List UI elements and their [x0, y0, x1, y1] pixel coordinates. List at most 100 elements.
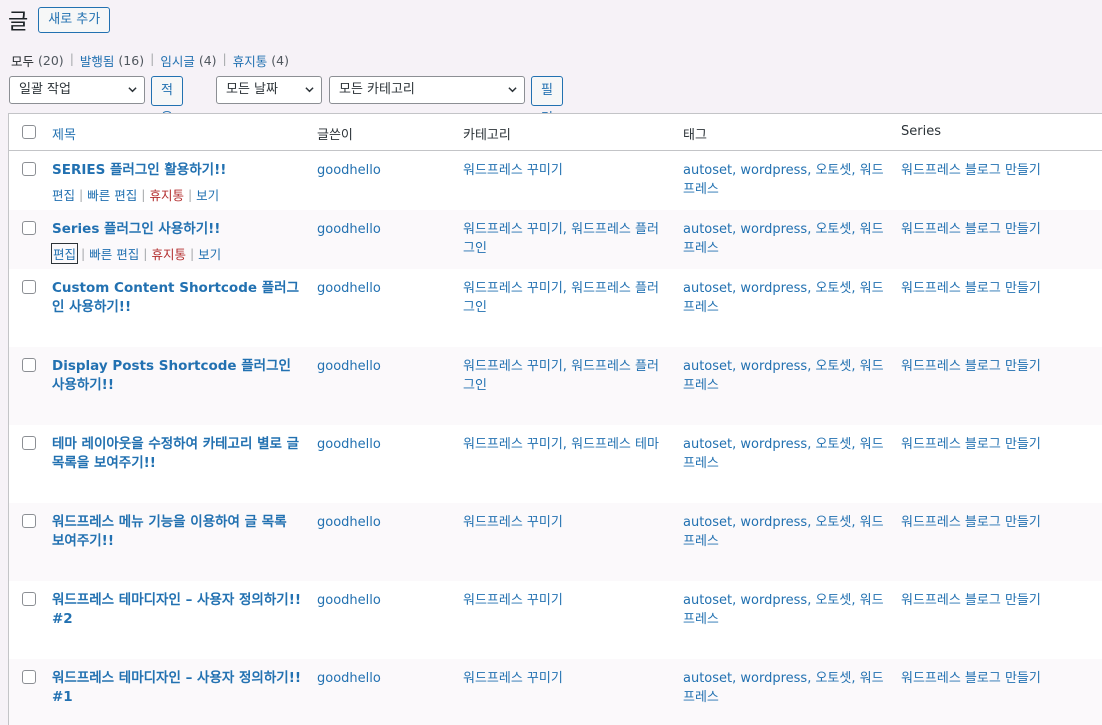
chevron-down-icon: [128, 87, 137, 93]
trash-link[interactable]: 휴지통: [149, 185, 184, 204]
table-row: Display Posts Shortcode 플러그인 사용하기!! goodh…: [9, 347, 1102, 425]
author-link[interactable]: goodhello: [317, 591, 381, 610]
table-row: 워드프레스 메뉴 기능을 이용하여 글 목록 보여주기!! goodhello 워드…: [9, 503, 1102, 581]
category-filter-value: 모든 카테고리: [339, 82, 415, 97]
series-link[interactable]: 워드프레스 블로그 만들기: [901, 357, 1041, 376]
select-all-checkbox[interactable]: [22, 125, 36, 139]
table-header: 제목 글쓴이 카테고리 태그 Series: [9, 114, 1102, 151]
tags-links[interactable]: autoset, wordpress, 오토셋, 워드프레스: [683, 357, 888, 395]
series-link[interactable]: 워드프레스 블로그 만들기: [901, 591, 1041, 610]
author-link[interactable]: goodhello: [317, 161, 381, 180]
tags-links[interactable]: autoset, wordpress, 오토셋, 워드프레스: [683, 161, 888, 199]
categories-links[interactable]: 워드프레스 꾸미기, 워드프레스 플러그인: [463, 357, 668, 395]
filter-button[interactable]: 필터: [531, 76, 563, 126]
series-link[interactable]: 워드프레스 블로그 만들기: [901, 435, 1041, 454]
view-count: (4): [271, 53, 289, 68]
post-title-link[interactable]: 워드프레스 메뉴 기능을 이용하여 글 목록 보여주기!!: [52, 513, 302, 551]
tags-links[interactable]: autoset, wordpress, 오토셋, 워드프레스: [683, 220, 888, 258]
row-action-separator: |: [79, 187, 84, 202]
bulk-action-select[interactable]: 일괄 작업: [9, 76, 145, 104]
edit-link[interactable]: 편집: [52, 185, 75, 204]
series-link[interactable]: 워드프레스 블로그 만들기: [901, 279, 1041, 298]
row-checkbox[interactable]: [22, 358, 36, 372]
tags-links[interactable]: autoset, wordpress, 오토셋, 워드프레스: [683, 669, 888, 707]
series-link[interactable]: 워드프레스 블로그 만들기: [901, 513, 1041, 532]
categories-links[interactable]: 워드프레스 꾸미기, 워드프레스 플러그인: [463, 279, 668, 317]
row-checkbox[interactable]: [22, 221, 36, 235]
view-link[interactable]: 모두: [11, 51, 34, 70]
row-action-separator: |: [189, 246, 195, 261]
row-action-separator: |: [187, 187, 193, 202]
tags-links[interactable]: autoset, wordpress, 오토셋, 워드프레스: [683, 279, 888, 317]
series-link[interactable]: 워드프레스 블로그 만들기: [901, 669, 1041, 688]
table-body: SERIES 플러그인 활용하기!! goodhello 워드프레스 꾸미기 auto…: [9, 151, 1102, 725]
view-item: 임시글 (4): [160, 51, 216, 70]
quick-edit-link[interactable]: 빠른 편집: [87, 185, 137, 204]
view-count: (20): [38, 53, 64, 68]
post-title-link[interactable]: 워드프레스 테마디자인 – 사용자 정의하기!! #2: [52, 591, 302, 629]
date-filter-value: 모든 날짜: [226, 82, 278, 97]
chevron-down-icon: [305, 87, 314, 93]
view-link[interactable]: 휴지통: [233, 51, 268, 70]
view-item: 휴지통 (4): [233, 51, 289, 70]
column-title[interactable]: 제목: [52, 124, 76, 143]
tags-links[interactable]: autoset, wordpress, 오토셋, 워드프레스: [683, 435, 888, 473]
posts-table: 제목 글쓴이 카테고리 태그 Series SERIES 플러그인 활용하기!!…: [8, 113, 1102, 725]
author-link[interactable]: goodhello: [317, 279, 381, 298]
post-title-link[interactable]: Display Posts Shortcode 플러그인 사용하기!!: [52, 357, 302, 395]
tags-links[interactable]: autoset, wordpress, 오토셋, 워드프레스: [683, 591, 888, 629]
row-checkbox[interactable]: [22, 280, 36, 294]
trash-link[interactable]: 휴지통: [151, 244, 186, 263]
author-link[interactable]: goodhello: [317, 513, 381, 532]
table-row: 워드프레스 테마디자인 – 사용자 정의하기!! #2 goodhello 워드프레…: [9, 581, 1102, 659]
author-link[interactable]: goodhello: [317, 357, 381, 376]
column-author: 글쓴이: [317, 128, 353, 143]
column-categories: 카테고리: [463, 128, 511, 143]
table-row: 테마 레이아웃을 수정하여 카테고리 별로 글 목록을 보여주기!! goodhe…: [9, 425, 1102, 503]
categories-links[interactable]: 워드프레스 꾸미기, 워드프레스 플러그인: [463, 220, 668, 258]
view-link[interactable]: 발행됨: [80, 51, 115, 70]
post-title-link[interactable]: Custom Content Shortcode 플러그인 사용하기!!: [52, 279, 302, 317]
author-link[interactable]: goodhello: [317, 435, 381, 454]
categories-links[interactable]: 워드프레스 꾸미기, 워드프레스 테마: [463, 435, 668, 454]
row-checkbox[interactable]: [22, 592, 36, 606]
categories-links[interactable]: 워드프레스 꾸미기: [463, 161, 668, 180]
chevron-down-icon: [508, 87, 517, 93]
row-checkbox[interactable]: [22, 162, 36, 176]
series-link[interactable]: 워드프레스 블로그 만들기: [901, 220, 1041, 239]
post-title-link[interactable]: 워드프레스 테마디자인 – 사용자 정의하기!! #1: [52, 669, 302, 707]
author-link[interactable]: goodhello: [317, 669, 381, 688]
post-title-link[interactable]: 테마 레이아웃을 수정하여 카테고리 별로 글 목록을 보여주기!!: [52, 435, 302, 473]
row-action-separator: |: [143, 246, 148, 261]
apply-button[interactable]: 적용: [151, 76, 183, 126]
post-title-link[interactable]: SERIES 플러그인 활용하기!!: [52, 161, 302, 180]
page-header: 글 새로 추가: [8, 6, 111, 35]
row-checkbox[interactable]: [22, 514, 36, 528]
categories-links[interactable]: 워드프레스 꾸미기: [463, 591, 668, 610]
quick-edit-link[interactable]: 빠른 편집: [89, 244, 139, 263]
date-filter-select[interactable]: 모든 날짜: [216, 76, 322, 104]
table-row: Series 플러그인 사용하기!! goodhello 워드프레스 꾸미기, 워드…: [9, 210, 1102, 269]
view-item: 모두 (20): [11, 51, 64, 70]
view-link[interactable]: 보기: [196, 185, 219, 204]
categories-links[interactable]: 워드프레스 꾸미기: [463, 669, 668, 688]
add-new-post-button[interactable]: 새로 추가: [38, 7, 111, 33]
categories-links[interactable]: 워드프레스 꾸미기: [463, 513, 668, 532]
view-link[interactable]: 임시글: [160, 51, 195, 70]
table-row: SERIES 플러그인 활용하기!! goodhello 워드프레스 꾸미기 auto…: [9, 151, 1102, 210]
row-checkbox[interactable]: [22, 436, 36, 450]
row-checkbox[interactable]: [22, 670, 36, 684]
table-row: Custom Content Shortcode 플러그인 사용하기!! good…: [9, 269, 1102, 347]
edit-link[interactable]: 편집: [50, 243, 79, 264]
column-tags: 태그: [683, 128, 707, 143]
view-link[interactable]: 보기: [198, 244, 221, 263]
tags-links[interactable]: autoset, wordpress, 오토셋, 워드프레스: [683, 513, 888, 551]
category-filter-select[interactable]: 모든 카테고리: [329, 76, 525, 104]
view-separator: |: [150, 51, 155, 66]
view-count: (4): [198, 53, 217, 68]
view-separator: |: [222, 51, 227, 66]
author-link[interactable]: goodhello: [317, 220, 381, 239]
series-link[interactable]: 워드프레스 블로그 만들기: [901, 161, 1041, 180]
view-separator: |: [69, 51, 74, 66]
post-title-link[interactable]: Series 플러그인 사용하기!!: [52, 220, 302, 239]
